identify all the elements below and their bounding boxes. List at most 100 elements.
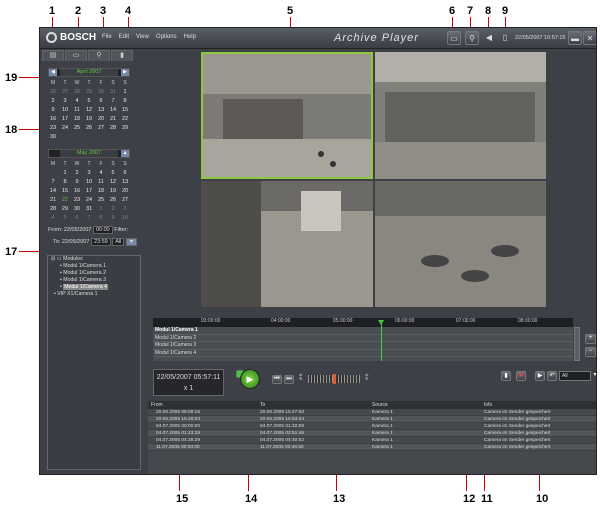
- calendar-day[interactable]: 23: [47, 124, 59, 133]
- calendar-day[interactable]: 7: [47, 178, 59, 187]
- calendar-day[interactable]: 17: [83, 187, 95, 196]
- calendar-day[interactable]: 9: [107, 214, 119, 223]
- export-button[interactable]: ▭: [447, 31, 461, 45]
- calendar-day[interactable]: 29: [59, 205, 71, 214]
- calendar-day[interactable]: 4: [47, 214, 59, 223]
- tree-item-camera-2[interactable]: ▪ Modul 1/Camera 2: [48, 270, 140, 277]
- calendar-day[interactable]: 21: [107, 115, 119, 124]
- calendar-day[interactable]: 12: [83, 106, 95, 115]
- calendar-day[interactable]: 2: [71, 169, 83, 178]
- table-row[interactable]: 11.07.2005 00:00:00 11.07.2005 03:46:50 Ka…: [148, 444, 596, 451]
- calendar-day[interactable]: 25: [95, 196, 107, 205]
- delete-button[interactable]: ✖: [516, 371, 526, 381]
- calendar-day[interactable]: 21: [47, 196, 59, 205]
- event-filter-dropdown[interactable]: ▾: [592, 371, 596, 381]
- menu-help[interactable]: Help: [184, 34, 196, 40]
- calendar-day[interactable]: 7: [107, 97, 119, 106]
- calendar-day[interactable]: 30: [71, 205, 83, 214]
- storage-button[interactable]: ▯: [498, 31, 512, 45]
- track-camera-3[interactable]: Modul 1/Camera 3: [153, 342, 573, 350]
- calendar-day[interactable]: 31: [83, 205, 95, 214]
- tab-search[interactable]: ⚲: [88, 50, 110, 61]
- tree-item-camera-1[interactable]: ▪ Modul 1/Camera 1: [48, 263, 140, 270]
- calendar-day[interactable]: 3: [59, 97, 71, 106]
- video-pane-3[interactable]: [201, 181, 373, 307]
- calendar-day[interactable]: 16: [47, 115, 59, 124]
- tree-item-modules[interactable]: ⊟ ▭ Modules: [48, 256, 140, 263]
- calendar-day[interactable]: 12: [107, 178, 119, 187]
- track-camera-4[interactable]: Modul 1/Camera 4: [153, 350, 573, 357]
- to-time-input[interactable]: 23:59: [90, 238, 111, 246]
- event-filter-select[interactable]: All: [559, 371, 591, 381]
- calendar-day[interactable]: 20: [95, 115, 107, 124]
- filter-dropdown-button[interactable]: ▼: [125, 238, 138, 246]
- search-prev-button[interactable]: ▶: [535, 371, 545, 381]
- calendar-day[interactable]: 22: [119, 115, 131, 124]
- menu-options[interactable]: Options: [156, 34, 177, 40]
- col-source[interactable]: Source: [372, 401, 484, 409]
- calendar-day[interactable]: 5: [83, 97, 95, 106]
- protect-button[interactable]: ▮: [501, 371, 511, 381]
- calendar-day[interactable]: 14: [47, 187, 59, 196]
- calendar-day[interactable]: 27: [59, 88, 71, 97]
- calendar-day[interactable]: 11: [71, 106, 83, 115]
- calendar-day[interactable]: 14: [107, 106, 119, 115]
- calendar-day[interactable]: 6: [71, 214, 83, 223]
- play-button[interactable]: ▶: [240, 369, 260, 389]
- calendar-day[interactable]: 9: [71, 178, 83, 187]
- tree-item-vip-camera-1[interactable]: ▪ VIP X1/Camera 1: [48, 291, 140, 298]
- calendar-day[interactable]: 29: [119, 124, 131, 133]
- calendar-day[interactable]: 19: [83, 115, 95, 124]
- calendar-day[interactable]: 10: [59, 106, 71, 115]
- col-info[interactable]: Info: [484, 401, 596, 409]
- calendar-day[interactable]: 18: [95, 187, 107, 196]
- calendar-day[interactable]: 8: [95, 214, 107, 223]
- calendar-day[interactable]: 28: [71, 88, 83, 97]
- table-row[interactable]: 20.06.2005 08:09:15 20.06.2005 15:47:53 Ka…: [148, 409, 596, 416]
- calendar-day[interactable]: 19: [107, 187, 119, 196]
- calendar-day[interactable]: 10: [119, 214, 131, 223]
- video-pane-4[interactable]: [375, 181, 546, 307]
- calendar-day[interactable]: 1: [95, 205, 107, 214]
- calendar-day[interactable]: 31: [107, 88, 119, 97]
- track-camera-1[interactable]: Modul 1/Camera 1: [153, 327, 573, 335]
- calendar-day[interactable]: 27: [95, 124, 107, 133]
- zoom-out-button[interactable]: −: [585, 347, 596, 357]
- table-row[interactable]: 04.07.2005 00:00:00 04.07.2005 01:32:09 Ka…: [148, 423, 596, 430]
- jog-handle[interactable]: [333, 374, 336, 384]
- calendar-day[interactable]: 3: [83, 169, 95, 178]
- tab-favorites[interactable]: ▭: [65, 50, 87, 61]
- step-forward-button[interactable]: ⏭: [284, 375, 294, 384]
- calendar-day[interactable]: 7: [83, 214, 95, 223]
- table-row[interactable]: 04.07.2005 01:43:28 04.07.2005 02:51:46 Ka…: [148, 430, 596, 437]
- calendar-day[interactable]: 28: [47, 205, 59, 214]
- calendar-day[interactable]: 6: [95, 97, 107, 106]
- filter-select[interactable]: All: [112, 238, 125, 246]
- calendar-day[interactable]: 10: [83, 178, 95, 187]
- calendar-day[interactable]: 4: [71, 97, 83, 106]
- search-back-button[interactable]: ↶: [547, 371, 557, 381]
- collapse-calendar-button[interactable]: ▲: [121, 150, 129, 157]
- menu-view[interactable]: View: [136, 34, 149, 40]
- calendar-day[interactable]: 11: [95, 178, 107, 187]
- tab-tree[interactable]: ▤: [42, 50, 64, 61]
- calendar-day[interactable]: 5: [107, 169, 119, 178]
- timeline-tracks[interactable]: Modul 1/Camera 1 Modul 1/Camera 2 Modul …: [153, 327, 573, 361]
- calendar-day[interactable]: 2: [107, 205, 119, 214]
- calendar-day[interactable]: 5: [59, 214, 71, 223]
- menu-edit[interactable]: Edit: [119, 34, 129, 40]
- step-back-button[interactable]: ⏮: [272, 375, 282, 384]
- calendar-day[interactable]: 13: [119, 178, 131, 187]
- tab-bookmarks[interactable]: ▮: [111, 50, 133, 61]
- calendar-day[interactable]: 8: [59, 178, 71, 187]
- track-camera-2[interactable]: Modul 1/Camera 2: [153, 335, 573, 342]
- calendar-day[interactable]: [47, 169, 59, 178]
- calendar-day[interactable]: 16: [71, 187, 83, 196]
- calendar-day[interactable]: 25: [71, 124, 83, 133]
- calendar-day[interactable]: 4: [95, 169, 107, 178]
- col-to[interactable]: To: [260, 401, 372, 409]
- calendar-day[interactable]: 24: [59, 124, 71, 133]
- timeline-cursor[interactable]: [381, 320, 382, 361]
- calendar-day[interactable]: 26: [47, 88, 59, 97]
- calendar-day[interactable]: 26: [107, 196, 119, 205]
